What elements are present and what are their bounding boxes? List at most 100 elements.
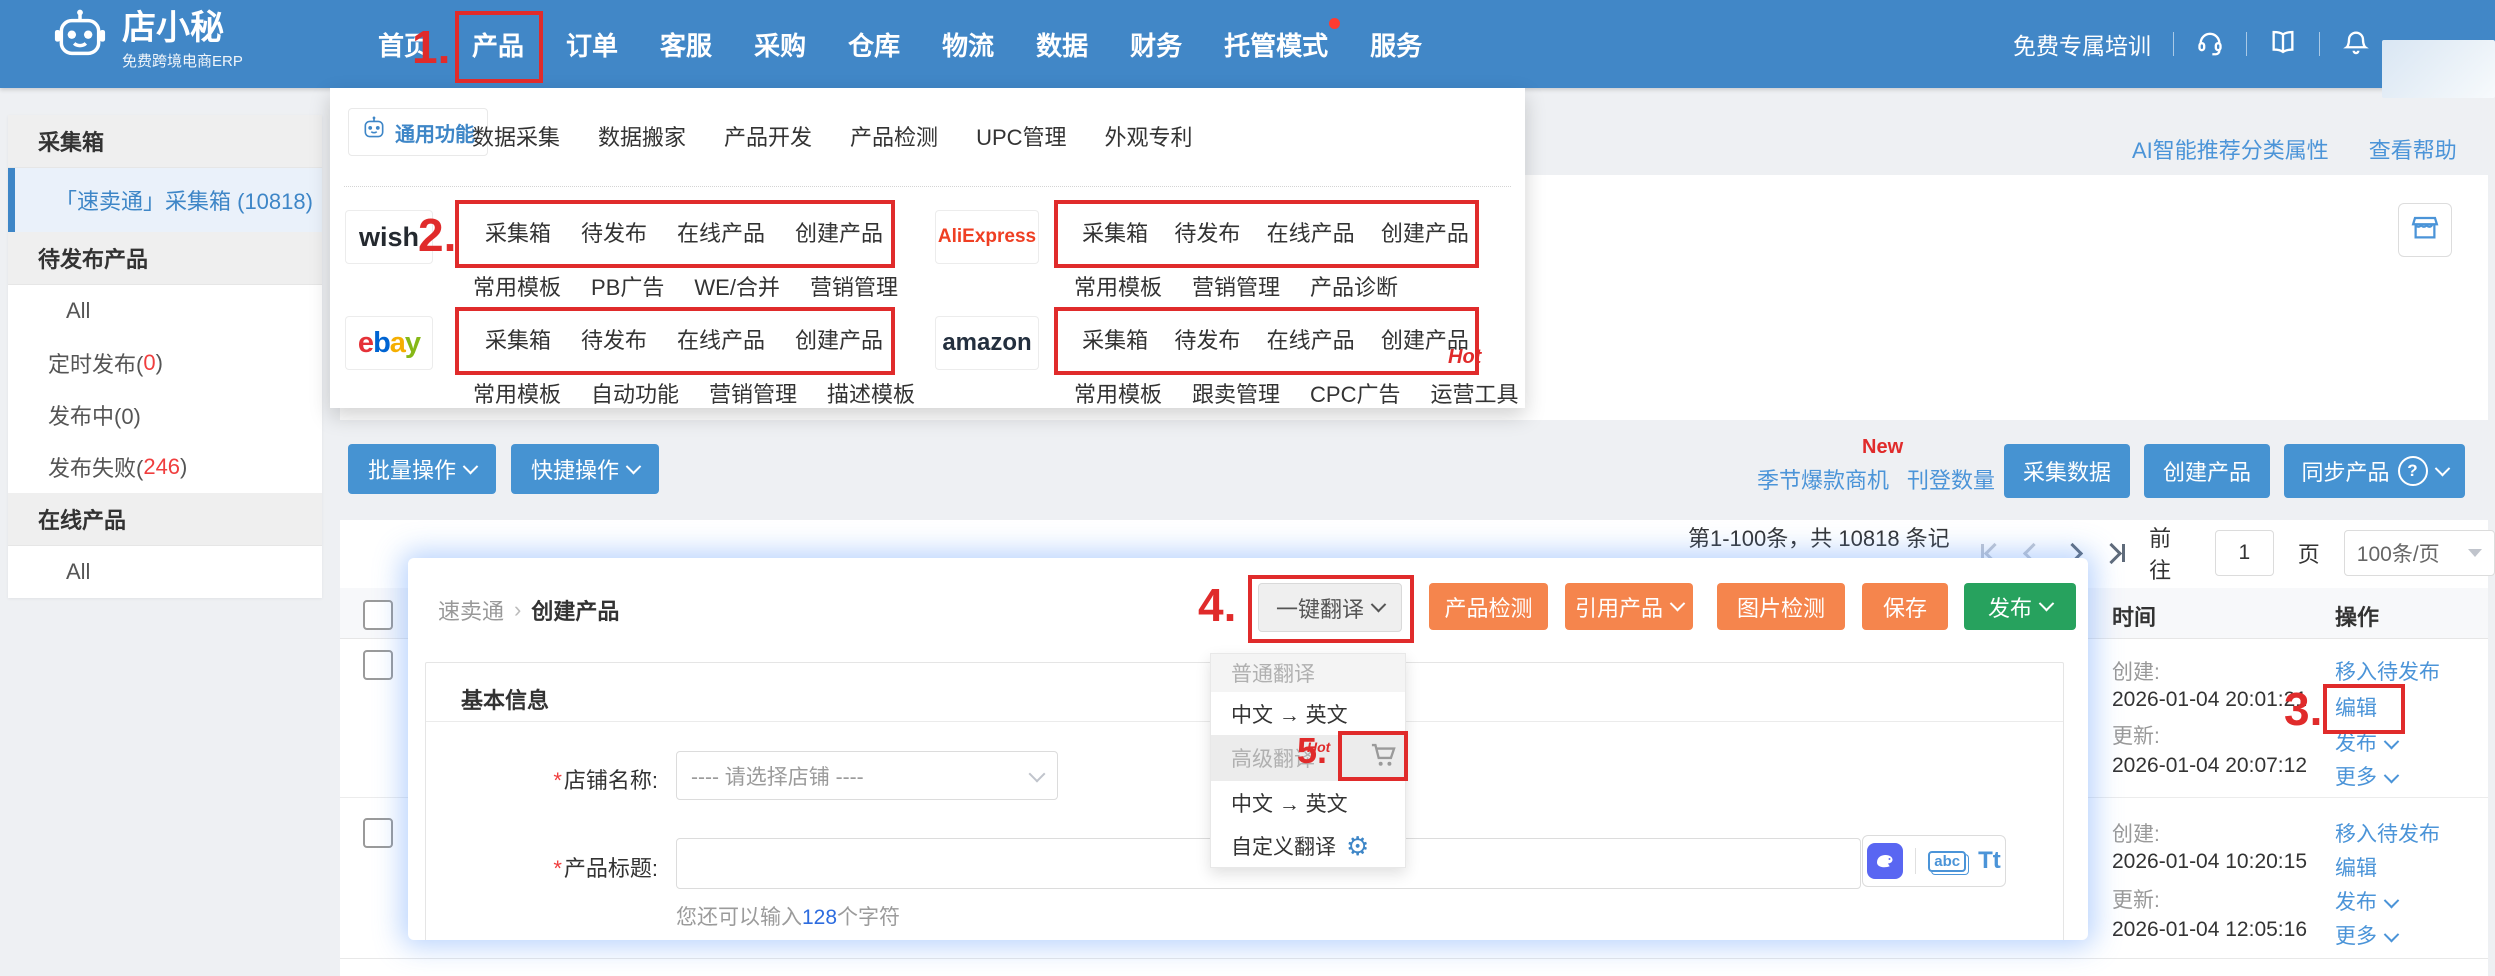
bell-icon[interactable] (2342, 28, 2370, 61)
created-time: 2026-01-04 20:01:21 (2112, 688, 2307, 712)
nav-data[interactable]: 数据 (1036, 26, 1088, 63)
spellcheck-icon[interactable]: abc (1928, 851, 1966, 872)
page-number-input[interactable]: 1 (2215, 530, 2274, 576)
amazon-ops-tools-link[interactable]: 运营工具 (1430, 377, 1518, 409)
quote-product-button[interactable]: 引用产品 (1565, 583, 1693, 630)
image-detect-button[interactable]: 图片检测 (1717, 583, 1845, 630)
shop-view-button[interactable] (2398, 203, 2452, 257)
menu-item-data-move[interactable]: 数据搬家 (598, 120, 686, 152)
publish-link[interactable]: 发布 (2335, 886, 2397, 916)
nav-service[interactable]: 客服 (660, 26, 712, 63)
season-hot-link[interactable]: 季节爆款商机 (1757, 463, 1889, 495)
nav-home[interactable]: 首页 (378, 26, 430, 63)
text-case-icon[interactable]: Tt (1978, 847, 2001, 875)
move-to-pending-link[interactable]: 移入待发布 (2335, 656, 2440, 686)
wish-pb-ads-link[interactable]: PB广告 (591, 270, 664, 302)
custom-translate-option[interactable]: 自定义翻译 ⚙ (1211, 824, 1405, 867)
ai-whale-icon[interactable] (1867, 843, 1903, 879)
menu-item-patent[interactable]: 外观专利 (1105, 120, 1193, 152)
menu-item-product-dev[interactable]: 产品开发 (724, 120, 812, 152)
sidebar-item-failed[interactable]: 发布失败(246) (8, 441, 322, 493)
more-link[interactable]: 更多 (2335, 920, 2397, 950)
sidebar-item-scheduled[interactable]: 定时发布(0) (8, 337, 322, 389)
translate-zh-en-option[interactable]: 中文 → 英文 (1211, 692, 1405, 735)
page-size-select[interactable]: 100条/页 (2344, 530, 2495, 576)
quick-actions-button[interactable]: 快捷操作 (511, 444, 659, 494)
create-product-button[interactable]: 创建产品 (2144, 444, 2270, 498)
sidebar-item-pending-all[interactable]: All (8, 285, 322, 337)
advanced-zh-en-option[interactable]: 中文 → 英文 (1211, 781, 1405, 824)
free-training-link[interactable]: 免费专属培训 (2013, 27, 2151, 61)
wish-online-link[interactable]: 在线产品 (677, 216, 765, 248)
sidebar-item-online-all[interactable]: All (8, 546, 322, 598)
amazon-template-link[interactable]: 常用模板 (1074, 377, 1162, 409)
aliexpress-collect-box-link[interactable]: 采集箱 (1082, 216, 1148, 248)
ebay-create-link[interactable]: 创建产品 (795, 323, 883, 355)
aliexpress-marketing-link[interactable]: 营销管理 (1192, 270, 1280, 302)
row-checkbox[interactable] (363, 650, 393, 680)
breadcrumb-platform[interactable]: 速卖通 (438, 594, 504, 626)
wish-collect-box-link[interactable]: 采集箱 (485, 216, 551, 248)
row-checkbox[interactable] (363, 818, 393, 848)
aliexpress-diagnosis-link[interactable]: 产品诊断 (1310, 270, 1398, 302)
aliexpress-pending-link[interactable]: 待发布 (1174, 216, 1240, 248)
amazon-cpc-link[interactable]: CPC广告 (1310, 377, 1400, 409)
more-link[interactable]: 更多 (2335, 761, 2397, 791)
batch-actions-button[interactable]: 批量操作 (348, 444, 496, 494)
nav-orders[interactable]: 订单 (566, 26, 618, 63)
select-all-checkbox[interactable] (363, 600, 393, 630)
ebay-auto-link[interactable]: 自动功能 (591, 377, 679, 409)
app-logo[interactable]: 店小秘 免费跨境电商ERP (52, 8, 243, 71)
shop-select-placeholder: ---- 请选择店铺 ---- (691, 761, 864, 791)
sidebar-item-aliexpress-collect-box[interactable]: 「速卖通」采集箱 (10818) (8, 168, 322, 232)
amazon-collect-box-link[interactable]: 采集箱 (1082, 323, 1148, 355)
edit-link[interactable]: 编辑 (2335, 692, 2377, 722)
menu-item-product-detect[interactable]: 产品检测 (850, 120, 938, 152)
book-icon[interactable] (2269, 28, 2297, 61)
wish-we-merge-link[interactable]: WE/合并 (694, 270, 780, 302)
shop-select[interactable]: ---- 请选择店铺 ---- (676, 751, 1058, 800)
nav-warehouse[interactable]: 仓库 (848, 26, 900, 63)
menu-item-upc[interactable]: UPC管理 (976, 120, 1066, 152)
nav-finance[interactable]: 财务 (1130, 26, 1182, 63)
nav-product[interactable]: 产品 (472, 26, 524, 63)
ebay-template-link[interactable]: 常用模板 (473, 377, 561, 409)
amazon-online-link[interactable]: 在线产品 (1267, 323, 1355, 355)
ebay-collect-box-link[interactable]: 采集箱 (485, 323, 551, 355)
aliexpress-create-link[interactable]: 创建产品 (1381, 216, 1469, 248)
wish-create-link[interactable]: 创建产品 (795, 216, 883, 248)
collect-data-button[interactable]: 采集数据 (2004, 444, 2130, 498)
sync-product-button[interactable]: 同步产品 ? (2284, 444, 2465, 498)
aliexpress-online-link[interactable]: 在线产品 (1267, 216, 1355, 248)
wish-template-link[interactable]: 常用模板 (473, 270, 561, 302)
headset-icon[interactable] (2196, 28, 2224, 61)
ebay-desc-template-link[interactable]: 描述模板 (827, 377, 915, 409)
ai-recommend-link[interactable]: AI智能推荐分类属性 (2132, 133, 2329, 165)
amazon-follow-link[interactable]: 跟卖管理 (1192, 377, 1280, 409)
move-to-pending-link[interactable]: 移入待发布 (2335, 818, 2440, 848)
ebay-marketing-link[interactable]: 营销管理 (709, 377, 797, 409)
publish-button[interactable]: 发布 (1964, 583, 2076, 630)
ebay-pending-link[interactable]: 待发布 (581, 323, 647, 355)
save-button[interactable]: 保存 (1862, 583, 1948, 630)
wish-pending-link[interactable]: 待发布 (581, 216, 647, 248)
one-click-translate-button[interactable]: 一键翻译 (1258, 583, 1402, 632)
nav-services[interactable]: 服务 (1370, 26, 1422, 63)
menu-item-data-collect[interactable]: 数据采集 (472, 120, 560, 152)
cart-icon[interactable] (1369, 741, 1397, 775)
listing-count-link[interactable]: 刊登数量 (1907, 463, 1995, 495)
publish-link[interactable]: 发布 (2335, 727, 2397, 757)
nav-logistics[interactable]: 物流 (942, 26, 994, 63)
edit-link[interactable]: 编辑 (2335, 852, 2377, 882)
nav-hosting[interactable]: 托管模式 (1224, 26, 1328, 63)
aliexpress-template-link[interactable]: 常用模板 (1074, 270, 1162, 302)
ebay-online-link[interactable]: 在线产品 (677, 323, 765, 355)
sidebar-item-publishing[interactable]: 发布中(0) (8, 389, 322, 441)
nav-purchase[interactable]: 采购 (754, 26, 806, 63)
help-link[interactable]: 查看帮助 (2369, 133, 2457, 165)
user-avatar-area[interactable] (2382, 40, 2495, 98)
amazon-pending-link[interactable]: 待发布 (1174, 323, 1240, 355)
last-page-icon[interactable] (2104, 544, 2125, 562)
wish-marketing-link[interactable]: 营销管理 (810, 270, 898, 302)
product-detect-button[interactable]: 产品检测 (1429, 583, 1548, 630)
